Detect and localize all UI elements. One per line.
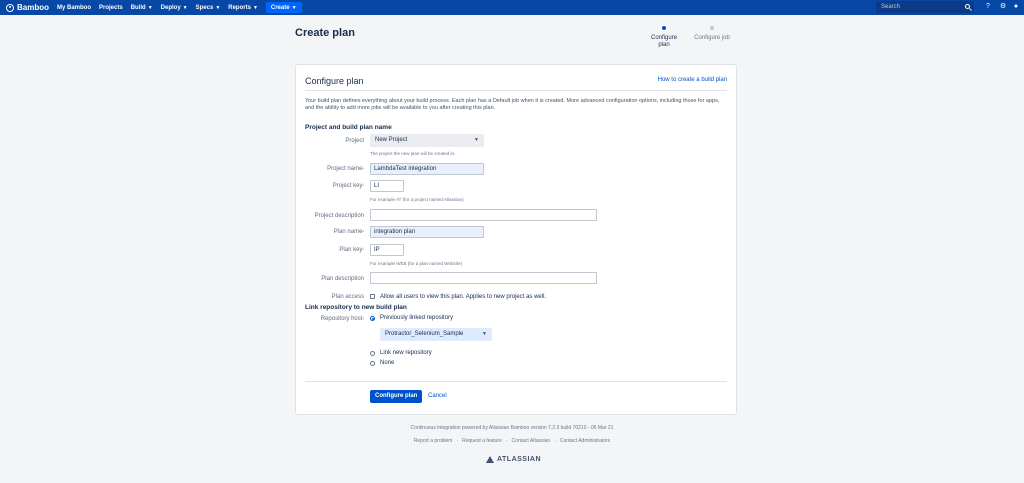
configure-plan-button[interactable]: Configure plan	[370, 390, 423, 403]
chevron-down-icon: ▼	[482, 331, 487, 337]
gear-icon[interactable]: ⚙	[999, 3, 1007, 11]
footer-link-contact-admins[interactable]: Contact Administrators	[560, 438, 610, 444]
search-placeholder: Search	[881, 4, 901, 10]
nav-label: My Bamboo	[57, 4, 92, 11]
plan-access-checkbox-label: Allow all users to view this plan. Appli…	[380, 294, 547, 300]
project-select[interactable]: New Project ▼	[370, 134, 484, 147]
footer-link-contact-atlassian[interactable]: Contact Atlassian	[512, 438, 551, 444]
bamboo-logo[interactable]: Bamboo	[6, 3, 49, 12]
footer-powered-by: Continuous integration powered by Atlass…	[410, 425, 614, 431]
step-label: Configure job	[694, 35, 730, 41]
footer-links: Report a problem · Request a feature · C…	[0, 438, 1024, 444]
footer-link-report-problem[interactable]: Report a problem	[414, 438, 453, 444]
bamboo-icon	[6, 3, 14, 12]
footer-separator: ·	[456, 438, 459, 444]
nav-my-bamboo[interactable]: My Bamboo	[57, 5, 91, 11]
project-name-label: Project name*	[327, 166, 364, 172]
plan-description-label: Plan description	[321, 276, 364, 282]
project-description-label: Project description	[314, 213, 364, 219]
chevron-down-icon: ▼	[182, 4, 188, 11]
atlassian-icon	[486, 456, 494, 463]
linked-repository-value: Protractor_Selenium_Sample	[385, 331, 464, 337]
user-icon[interactable]: ●	[1012, 3, 1020, 11]
nav-reports[interactable]: Reports ▼	[228, 5, 258, 11]
nav-create-button[interactable]: Create ▼	[265, 2, 302, 13]
plan-name-label: Plan name*	[333, 229, 364, 235]
project-hint: The project the new plan will be created…	[370, 151, 456, 156]
chevron-down-icon: ▼	[215, 4, 221, 11]
project-key-input[interactable]: LI	[370, 180, 404, 192]
cancel-link[interactable]: Cancel	[428, 393, 447, 399]
plan-access-checkbox[interactable]	[370, 294, 375, 299]
radio-link-new-repository-label: Link new repository	[380, 350, 432, 356]
nav-label: Create	[270, 4, 290, 11]
wizard-steps: Configure plan Configure job	[648, 26, 748, 56]
radio-previously-linked-label: Previously linked repository	[380, 315, 454, 321]
plan-key-input[interactable]: IP	[370, 244, 404, 256]
chevron-down-icon: ▼	[147, 4, 153, 11]
project-description-input[interactable]	[370, 209, 597, 221]
configure-plan-panel: Configure plan How to create a build pla…	[295, 64, 737, 415]
atlassian-logo-text: ATLASSIAN	[497, 456, 542, 463]
help-icon[interactable]: ?	[984, 3, 992, 11]
chevron-down-icon: ▼	[291, 4, 297, 11]
plan-key-hint: For example WEB (for a plan named Websit…	[370, 261, 462, 266]
radio-none-label: None	[380, 360, 395, 366]
radio-none[interactable]	[370, 361, 375, 366]
nav-label: Specs	[195, 4, 214, 11]
atlassian-logo: ATLASSIAN	[486, 456, 541, 463]
project-label: Project	[345, 138, 364, 144]
step-configure-plan: Configure plan	[644, 26, 684, 49]
nav-deploy[interactable]: Deploy ▼	[161, 5, 188, 11]
project-select-value: New Project	[375, 137, 408, 143]
radio-link-new-repository[interactable]	[370, 351, 375, 356]
nav-specs[interactable]: Specs ▼	[196, 5, 221, 11]
chevron-down-icon: ▼	[474, 137, 479, 143]
linked-repository-select[interactable]: Protractor_Selenium_Sample ▼	[380, 328, 492, 341]
plan-description-input[interactable]	[370, 272, 597, 284]
chevron-down-icon: ▼	[252, 4, 258, 11]
divider	[305, 90, 727, 91]
divider	[305, 381, 727, 382]
nav-build[interactable]: Build ▼	[131, 5, 153, 11]
section-heading-project: Project and build plan name	[305, 124, 392, 131]
nav-label: Build	[130, 4, 146, 11]
project-key-hint: For example AT (for a project named Atla…	[370, 197, 464, 202]
plan-name-input[interactable]: integration plan	[370, 226, 484, 238]
radio-previously-linked[interactable]	[370, 316, 375, 321]
panel-title: Configure plan	[305, 76, 364, 86]
step-configure-job: Configure job	[692, 26, 732, 42]
plan-access-label: Plan access	[331, 294, 364, 300]
project-key-label: Project key*	[332, 183, 364, 189]
step-dot-icon	[662, 26, 666, 30]
project-name-input[interactable]: LambdaTest integration	[370, 163, 484, 175]
nav-label: Projects	[99, 4, 123, 11]
page-title: Create plan	[295, 27, 355, 39]
nav-projects[interactable]: Projects	[99, 5, 123, 11]
section-heading-repository: Link repository to new build plan	[305, 304, 407, 311]
search-input[interactable]: Search	[876, 1, 974, 13]
nav-label: Reports	[228, 4, 251, 11]
step-dot-icon	[710, 26, 714, 30]
top-nav: Bamboo My Bamboo Projects Build ▼ Deploy ▼…	[0, 0, 1024, 15]
help-link[interactable]: How to create a build plan	[658, 77, 727, 83]
footer-separator: ·	[554, 438, 556, 444]
footer-separator: ·	[505, 438, 508, 444]
intro-text: Your build plan defines everything about…	[305, 98, 720, 111]
brand-label: Bamboo	[17, 3, 49, 12]
plan-key-label: Plan key*	[339, 247, 364, 253]
nav-label: Deploy	[160, 4, 181, 11]
step-label: Configure plan	[650, 35, 677, 48]
repository-host-label: Repository host*	[320, 316, 364, 322]
search-icon[interactable]	[965, 4, 970, 9]
footer-link-request-feature[interactable]: Request a feature	[462, 438, 502, 444]
